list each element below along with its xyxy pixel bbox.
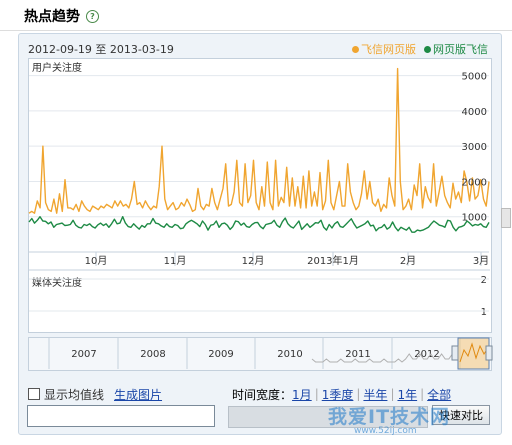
show-avg-label[interactable]: 显示均值线 <box>44 386 104 403</box>
generate-image-link[interactable]: 生成图片 <box>114 386 162 403</box>
timeline-year-label: 2008 <box>140 349 165 360</box>
timeline-year-label: 2010 <box>277 349 302 360</box>
timeline-year-label: 2011 <box>345 349 370 360</box>
side-scroll-handle[interactable] <box>501 208 511 228</box>
period-1-year[interactable]: 1年 <box>397 386 417 403</box>
watermark-logo: 我爱IT技术网 <box>328 406 451 428</box>
timeline-year-label: 2009 <box>208 349 233 360</box>
timeline-year-label: 2007 <box>71 349 96 360</box>
period-1-month[interactable]: 1月 <box>292 386 312 403</box>
period-selector: 1月 | 1季度 | 半年 | 1年 | 全部 <box>292 386 452 403</box>
timeline-year-label: 2012 <box>414 349 439 360</box>
watermark-url: www.52ij.com <box>354 426 417 436</box>
period-1-quarter[interactable]: 1季度 <box>322 386 354 403</box>
compare-keyword-input[interactable] <box>27 405 215 427</box>
timeline-overlay: 2007 2008 2009 2010 2011 2012 <box>48 337 493 370</box>
controls-row: 显示均值线 生成图片 时间宽度： 1月 | 1季度 | 半年 | 1年 | 全部 <box>28 386 490 402</box>
period-all[interactable]: 全部 <box>427 386 451 403</box>
period-label: 时间宽度： <box>232 387 293 402</box>
show-avg-checkbox[interactable] <box>28 388 40 400</box>
timeline-left-handle[interactable] <box>451 345 459 361</box>
period-half-year[interactable]: 半年 <box>363 386 387 403</box>
timeline-right-handle[interactable] <box>485 345 493 361</box>
